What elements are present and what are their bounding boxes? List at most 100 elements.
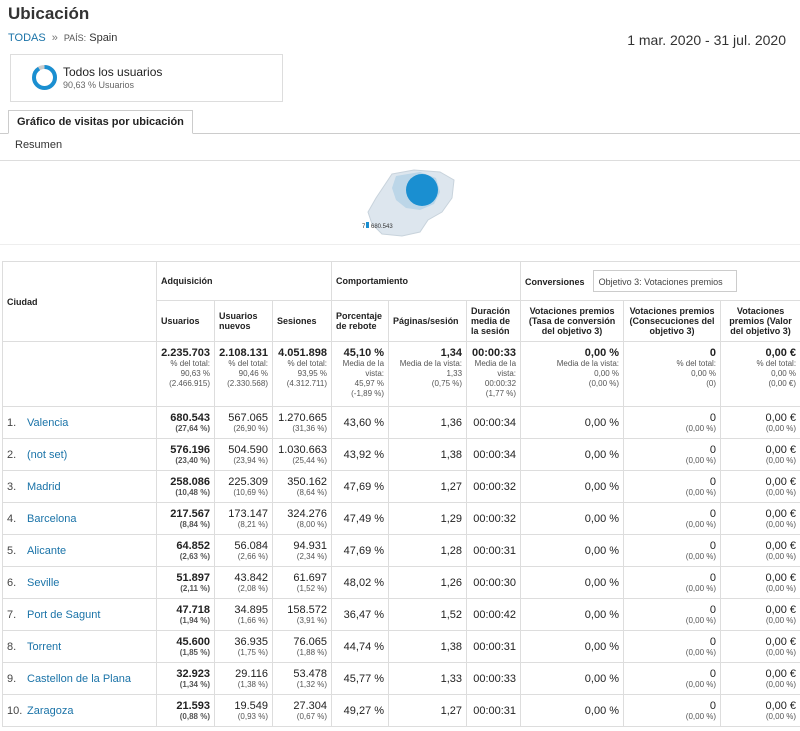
total-sessions: 4.051.898% del total: 93,95 % (4.312.711) [271,341,333,407]
col-completions[interactable]: Votaciones premios (Consecuciones del ob… [623,300,722,342]
total-reference: 90,63 % [180,369,210,378]
total-value: 1,34 [440,347,463,359]
city-link[interactable]: Zaragoza [27,705,73,717]
date-range-picker[interactable]: 1 mar. 2020 - 31 jul. 2020 [627,32,786,48]
dimension-header[interactable]: Ciudad [2,261,157,342]
pages-cell: 1,27 [388,470,468,503]
users-value: 32.923 [176,668,210,680]
total-reference: 0,00 % [771,369,797,378]
new-users-percent: (26,90 %) [233,424,268,433]
new-users-cell: 43.842 (2,08 %) [214,566,273,599]
users-percent: (2,63 %) [179,552,210,561]
new-users-value: 43.842 [234,572,268,584]
total-value: 2.108.131 [219,347,268,359]
table-row: 10. Zaragoza 21.593 (0,88 %) 19.549 (0,93 %) 2… [2,694,800,727]
pages-cell: 1,26 [388,566,468,599]
total-delta: (-1,89 %) [351,389,385,398]
col-conv-rate[interactable]: Votaciones premios (Tasa de conversión d… [520,300,625,342]
duration-cell: 00:00:32 [466,470,522,503]
sessions-percent: (1,52 %) [296,584,328,593]
subnav-summary[interactable]: Resumen [15,139,62,151]
completions-cell: 0 (0,00 %) [623,470,722,503]
table-row: 7. Port de Sagunt 47.718 (1,94 %) 34.895 (1,6… [2,598,800,631]
city-link[interactable]: Port de Sagunt [27,609,100,621]
total-delta: (1,77 %) [485,389,517,398]
completions-value: 0 [709,572,717,584]
sessions-cell: 1.030.663 (25,44 %) [271,438,333,471]
segment-percent: 90,63 % Usuarios [63,80,135,90]
conv-rate-cell: 0,00 % [520,598,625,631]
col-new-users[interactable]: Usuarios nuevos [214,300,273,342]
segment-card[interactable]: Todos los usuarios 90,63 % Usuarios [10,54,283,102]
new-users-percent: (10,69 %) [233,488,268,497]
pages-cell: 1,33 [388,662,468,695]
users-percent: (0,88 %) [179,712,210,721]
users-percent: (23,40 %) [175,456,210,465]
completions-percent: (0,00 %) [685,456,717,465]
completions-cell: 0 (0,00 %) [623,566,722,599]
total-value: 00:00:33 [471,347,517,359]
completions-percent: (0,00 %) [685,488,717,497]
city-cell: 10. Zaragoza [2,694,157,727]
total-reference: 45,97 % [354,379,385,388]
breadcrumb-all-link[interactable]: TODAS [8,32,46,44]
col-pages[interactable]: Páginas/sesión [388,300,468,342]
table-row: 1. Valencia 680.543 (27,64 %) 567.065 (26,90 … [2,406,800,439]
value-cell: 0,00 € (0,00 %) [720,694,800,727]
goal-value-percent: (0,00 %) [765,424,797,433]
row-index: 7. [7,608,17,621]
users-cell: 21.593 (0,88 %) [156,694,215,727]
completions-value: 0 [709,604,717,616]
city-link[interactable]: Castellon de la Plana [27,673,131,685]
city-link[interactable]: Alicante [27,545,66,557]
city-link[interactable]: Barcelona [27,513,77,525]
users-cell: 47.718 (1,94 %) [156,598,215,631]
row-index: 4. [7,512,17,525]
city-link[interactable]: Madrid [27,481,61,493]
tab-visits-map[interactable]: Gráfico de visitas por ubicación [8,110,193,134]
group-conversions-label: Conversiones [525,277,585,287]
city-link[interactable]: (not set) [27,449,67,461]
completions-cell: 0 (0,00 %) [623,630,722,663]
pages-cell: 1,27 [388,694,468,727]
total-caption: % del total: [170,359,210,368]
new-users-cell: 504.590 (23,94 %) [214,438,273,471]
segment-ring-icon [32,65,57,90]
users-cell: 576.196 (23,40 %) [156,438,215,471]
total-bounce: 45,10 % Media de la vista: 45,97 % (-1,89 %… [331,341,390,407]
pages-cell: 1,52 [388,598,468,631]
new-users-cell: 225.309 (10,69 %) [214,470,273,503]
sessions-cell: 61.697 (1,52 %) [271,566,333,599]
geo-map[interactable]: 7 680.543 [362,168,458,238]
divider [0,160,800,161]
completions-value: 0 [709,540,717,552]
new-users-percent: (1,75 %) [237,648,268,657]
city-link[interactable]: Valencia [27,417,68,429]
completions-percent: (0,00 %) [685,520,717,529]
total-delta: (2.330.568) [227,379,268,388]
sessions-value: 53.478 [293,668,328,680]
col-duration[interactable]: Duración media de la sesión [466,300,522,342]
sessions-cell: 53.478 (1,32 %) [271,662,333,695]
sessions-cell: 1.270.665 (31,36 %) [271,406,333,439]
users-cell: 64.852 (2,63 %) [156,534,215,567]
bounce-cell: 47,69 % [331,470,390,503]
col-bounce[interactable]: Porcentaje de rebote [331,300,390,342]
city-link[interactable]: Torrent [27,641,61,653]
col-sessions[interactable]: Sesiones [271,300,333,342]
goal-select[interactable]: Objetivo 3: Votaciones premios [592,270,737,292]
sessions-percent: (0,67 %) [296,712,328,721]
goal-value: 0,00 € [765,636,797,648]
city-cell: 9. Castellon de la Plana [2,662,157,695]
goal-value: 0,00 € [765,572,797,584]
goal-value-percent: (0,00 %) [765,488,797,497]
bounce-cell: 43,60 % [331,406,390,439]
col-value[interactable]: Votaciones premios (Valor del objetivo 3… [720,300,800,342]
col-users[interactable]: Usuarios [156,300,215,342]
total-reference: 90,46 % [238,369,268,378]
total-delta: (0) [706,379,717,388]
tab-bar: Gráfico de visitas por ubicación [0,110,800,134]
table-row: 5. Alicante 64.852 (2,63 %) 56.084 (2,66 %) 94… [2,534,800,567]
city-link[interactable]: Seville [27,577,59,589]
sessions-value: 1.270.665 [278,412,328,424]
